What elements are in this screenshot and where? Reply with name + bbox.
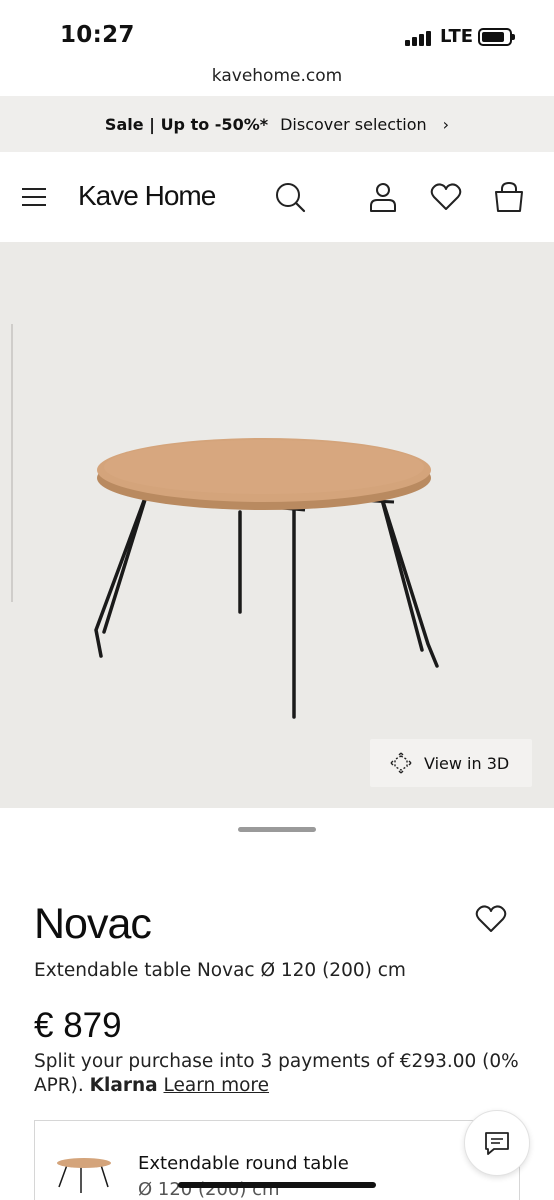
product-price: € 879 bbox=[34, 1006, 122, 1045]
variant-name: Extendable round table bbox=[138, 1153, 349, 1174]
status-bar: 10:27 LTE bbox=[0, 0, 554, 62]
signal-icon bbox=[405, 30, 435, 46]
home-indicator bbox=[178, 1182, 376, 1188]
battery-icon bbox=[478, 28, 515, 46]
promo-banner[interactable]: Sale | Up to -50%* Discover selection › bbox=[0, 96, 554, 152]
brand-logo[interactable]: Kave Home bbox=[78, 180, 216, 212]
klarna-split-info: Split your purchase into 3 payments of €… bbox=[34, 1050, 524, 1098]
promo-discover-link[interactable]: Discover selection bbox=[280, 115, 427, 134]
status-time: 10:27 bbox=[60, 22, 135, 48]
sheet-grabber[interactable] bbox=[238, 827, 316, 832]
favorite-heart-icon[interactable] bbox=[474, 902, 508, 936]
product-image-table bbox=[94, 438, 439, 719]
cube-3d-icon bbox=[390, 752, 412, 774]
heart-icon[interactable] bbox=[429, 180, 463, 214]
url-bar[interactable]: kavehome.com bbox=[0, 62, 554, 96]
search-icon[interactable] bbox=[273, 180, 307, 214]
chevron-right-icon: › bbox=[442, 114, 450, 134]
chat-button[interactable] bbox=[464, 1110, 530, 1176]
network-label: LTE bbox=[440, 26, 474, 47]
view-in-3d-button[interactable]: View in 3D bbox=[370, 739, 532, 787]
product-gallery[interactable]: View in 3D bbox=[0, 242, 554, 808]
user-icon[interactable] bbox=[366, 180, 400, 214]
shopping-bag-icon[interactable] bbox=[492, 180, 526, 214]
variant-card[interactable]: Extendable round table Ø 120 (200) cm bbox=[34, 1120, 520, 1200]
battery-level bbox=[482, 32, 505, 42]
view-in-3d-label: View in 3D bbox=[424, 753, 510, 773]
product-subtitle: Extendable table Novac Ø 120 (200) cm bbox=[34, 960, 406, 981]
menu-icon[interactable] bbox=[22, 188, 46, 206]
chat-icon bbox=[485, 1132, 509, 1155]
product-title: Novac bbox=[34, 900, 152, 948]
klarna-brand: Klarna bbox=[89, 1075, 158, 1096]
learn-more-link[interactable]: Learn more bbox=[164, 1075, 270, 1096]
promo-sale-text: Sale | Up to -50%* bbox=[104, 114, 269, 134]
site-header: Kave Home bbox=[0, 152, 554, 242]
variant-thumbnail bbox=[57, 1158, 111, 1193]
